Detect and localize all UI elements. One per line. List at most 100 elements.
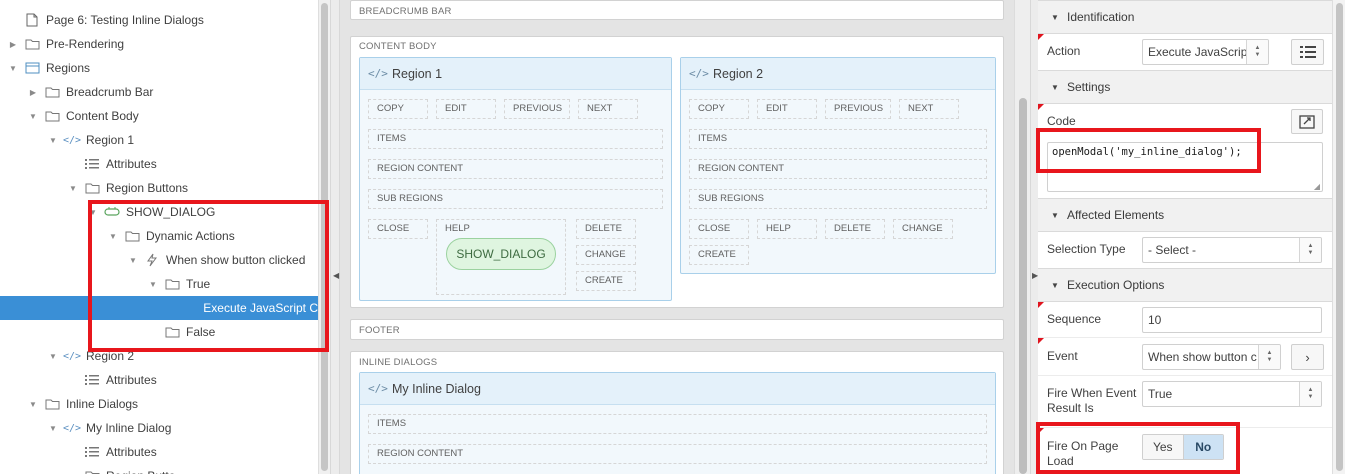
code-label: Code bbox=[1047, 114, 1076, 128]
slot-sub-regions[interactable]: SUB REGIONS bbox=[368, 189, 663, 209]
tree-node[interactable]: ▼ </> Region 1 bbox=[0, 128, 318, 152]
caret-down-icon: ▼ bbox=[1051, 210, 1059, 220]
tree-node-label: Attributes bbox=[106, 157, 157, 171]
slot-help-label: HELP bbox=[445, 223, 470, 234]
folder-icon bbox=[124, 229, 140, 243]
yes-option[interactable]: Yes bbox=[1143, 435, 1184, 459]
right-splitter[interactable]: ▶ bbox=[1030, 0, 1038, 474]
slot-edit[interactable]: EDIT bbox=[757, 99, 817, 119]
expand-toggle-icon[interactable]: ▼ bbox=[28, 400, 38, 409]
expand-toggle-icon[interactable]: ▼ bbox=[48, 136, 58, 145]
tree-node-label: Execute JavaScript C bbox=[203, 301, 318, 315]
tree-node[interactable]: ▼ Dynamic Actions bbox=[0, 224, 318, 248]
fire-when-select[interactable]: True ▲ ▼ bbox=[1142, 381, 1322, 407]
collapse-toggle-icon[interactable]: ▶ bbox=[28, 88, 38, 97]
event-select[interactable]: When show button c ▲ ▼ bbox=[1142, 344, 1281, 370]
slot-create[interactable]: CREATE bbox=[689, 245, 749, 265]
code-editor[interactable]: openModal('my_inline_dialog'); ◢ bbox=[1047, 142, 1323, 192]
expand-toggle-icon[interactable]: ▼ bbox=[148, 280, 158, 289]
tree-node[interactable]: ▼ </> My Inline Dialog bbox=[0, 416, 318, 440]
expand-toggle-icon[interactable]: ▼ bbox=[128, 256, 138, 265]
tree-node[interactable]: ▶ Breadcrumb Bar bbox=[0, 80, 318, 104]
slot-previous[interactable]: PREVIOUS bbox=[825, 99, 891, 119]
layout-scrollbar[interactable] bbox=[1014, 0, 1030, 474]
region-2[interactable]: </> Region 2 COPY EDIT PREVIOUS NEXT ITE… bbox=[680, 57, 996, 274]
tree-node[interactable]: Attributes bbox=[0, 152, 318, 176]
section-execution-options[interactable]: ▼ Execution Options bbox=[1038, 268, 1332, 302]
slot-items[interactable]: ITEMS bbox=[689, 129, 987, 149]
slot-delete[interactable]: DELETE bbox=[825, 219, 885, 239]
tree-node[interactable]: ▼ True bbox=[0, 272, 318, 296]
tree-node[interactable]: ▼Region Butto bbox=[0, 464, 318, 474]
section-settings[interactable]: ▼ Settings bbox=[1038, 70, 1332, 104]
resize-handle-icon[interactable]: ◢ bbox=[1314, 182, 1320, 191]
expand-toggle-icon[interactable]: ▼ bbox=[108, 232, 118, 241]
tree-node[interactable]: ▼ Inline Dialogs bbox=[0, 392, 318, 416]
tree-node[interactable]: ▼ Region Buttons bbox=[0, 176, 318, 200]
icon-spacer bbox=[182, 301, 198, 315]
component-tree: Page 6: Testing Inline Dialogs ▶ Pre-Rende… bbox=[0, 0, 318, 474]
tree-node[interactable]: False bbox=[0, 320, 318, 344]
region-1[interactable]: </> Region 1 COPY EDIT PREVIOUS NEXT ITE… bbox=[359, 57, 672, 301]
collapse-toggle-icon[interactable]: ▶ bbox=[8, 40, 18, 49]
tree-node[interactable]: Attributes bbox=[0, 440, 318, 464]
slot-help[interactable]: HELP bbox=[757, 219, 817, 239]
slot-next[interactable]: NEXT bbox=[899, 99, 959, 119]
section-identification[interactable]: ▼ Identification bbox=[1038, 0, 1332, 34]
slot-region-content[interactable]: REGION CONTENT bbox=[689, 159, 987, 179]
expand-toggle-icon[interactable]: ▼ bbox=[48, 352, 58, 361]
tree-node[interactable]: ▼ </> Region 2 bbox=[0, 344, 318, 368]
slot-items[interactable]: ITEMS bbox=[368, 414, 987, 434]
expand-toggle-icon[interactable]: ▼ bbox=[8, 64, 18, 73]
action-select[interactable]: Execute JavaScript ▲ ▼ bbox=[1142, 39, 1269, 65]
tree-scrollbar[interactable] bbox=[318, 0, 330, 474]
properties-scrollbar[interactable] bbox=[1332, 0, 1345, 474]
footer-panel[interactable]: FOOTER bbox=[350, 319, 1004, 340]
code-editor-button[interactable] bbox=[1291, 109, 1323, 134]
expand-toggle-icon[interactable]: ▼ bbox=[48, 424, 58, 433]
breadcrumb-bar-panel[interactable]: BREADCRUMB BAR bbox=[350, 0, 1004, 20]
slot-copy[interactable]: COPY bbox=[689, 99, 749, 119]
tree-node[interactable]: Attributes bbox=[0, 368, 318, 392]
expand-toggle-icon[interactable]: ▼ bbox=[88, 208, 98, 217]
slot-next[interactable]: NEXT bbox=[578, 99, 638, 119]
tree-node-selected[interactable]: Execute JavaScript C bbox=[0, 296, 318, 320]
no-option[interactable]: No bbox=[1183, 435, 1223, 459]
tree-node[interactable]: ▼ Content Body bbox=[0, 104, 318, 128]
list-icon bbox=[1299, 46, 1316, 58]
slot-change[interactable]: CHANGE bbox=[893, 219, 953, 239]
slot-region-content[interactable]: REGION CONTENT bbox=[368, 444, 987, 464]
tree-node[interactable]: ▼ When show button clicked bbox=[0, 248, 318, 272]
left-splitter[interactable]: ◀ bbox=[330, 0, 340, 474]
collapse-left-icon[interactable]: ◀ bbox=[333, 271, 339, 280]
slot-items[interactable]: ITEMS bbox=[368, 129, 663, 149]
attributes-icon bbox=[84, 157, 100, 171]
slot-copy[interactable]: COPY bbox=[368, 99, 428, 119]
list-button[interactable] bbox=[1291, 39, 1324, 65]
slot-close[interactable]: CLOSE bbox=[689, 219, 749, 239]
section-affected-elements[interactable]: ▼ Affected Elements bbox=[1038, 198, 1332, 232]
expand-toggle-icon[interactable]: ▼ bbox=[68, 184, 78, 193]
slot-sub-regions[interactable]: SUB REGIONS bbox=[689, 189, 987, 209]
show-dialog-button[interactable]: SHOW_DIALOG bbox=[446, 238, 556, 270]
tree-node[interactable]: ▼ Regions bbox=[0, 56, 318, 80]
select-arrows-icon: ▲ ▼ bbox=[1299, 382, 1321, 406]
slot-edit[interactable]: EDIT bbox=[436, 99, 496, 119]
tree-node[interactable]: ▼ SHOW_DIALOG bbox=[0, 200, 318, 224]
my-inline-dialog-region[interactable]: </> My Inline Dialog ITEMS REGION CONTEN… bbox=[359, 372, 996, 474]
slot-close[interactable]: CLOSE bbox=[368, 219, 428, 239]
slot-delete[interactable]: DELETE bbox=[576, 219, 636, 239]
content-body-panel[interactable]: CONTENT BODY </> Region 1 COPY EDIT PREV… bbox=[350, 36, 1004, 308]
fire-on-load-toggle[interactable]: Yes No bbox=[1142, 434, 1224, 460]
selection-type-select[interactable]: - Select - ▲ ▼ bbox=[1142, 237, 1322, 263]
tree-node[interactable]: Page 6: Testing Inline Dialogs bbox=[0, 8, 318, 32]
slot-create[interactable]: CREATE bbox=[576, 271, 636, 291]
inline-dialogs-panel[interactable]: INLINE DIALOGS </> My Inline Dialog ITEM… bbox=[350, 351, 1004, 474]
slot-region-content[interactable]: REGION CONTENT bbox=[368, 159, 663, 179]
go-to-event-button[interactable]: › bbox=[1291, 344, 1324, 370]
expand-toggle-icon[interactable]: ▼ bbox=[28, 112, 38, 121]
slot-change[interactable]: CHANGE bbox=[576, 245, 636, 265]
sequence-input[interactable]: 10 bbox=[1142, 307, 1322, 333]
tree-node[interactable]: ▶ Pre-Rendering bbox=[0, 32, 318, 56]
slot-previous[interactable]: PREVIOUS bbox=[504, 99, 570, 119]
